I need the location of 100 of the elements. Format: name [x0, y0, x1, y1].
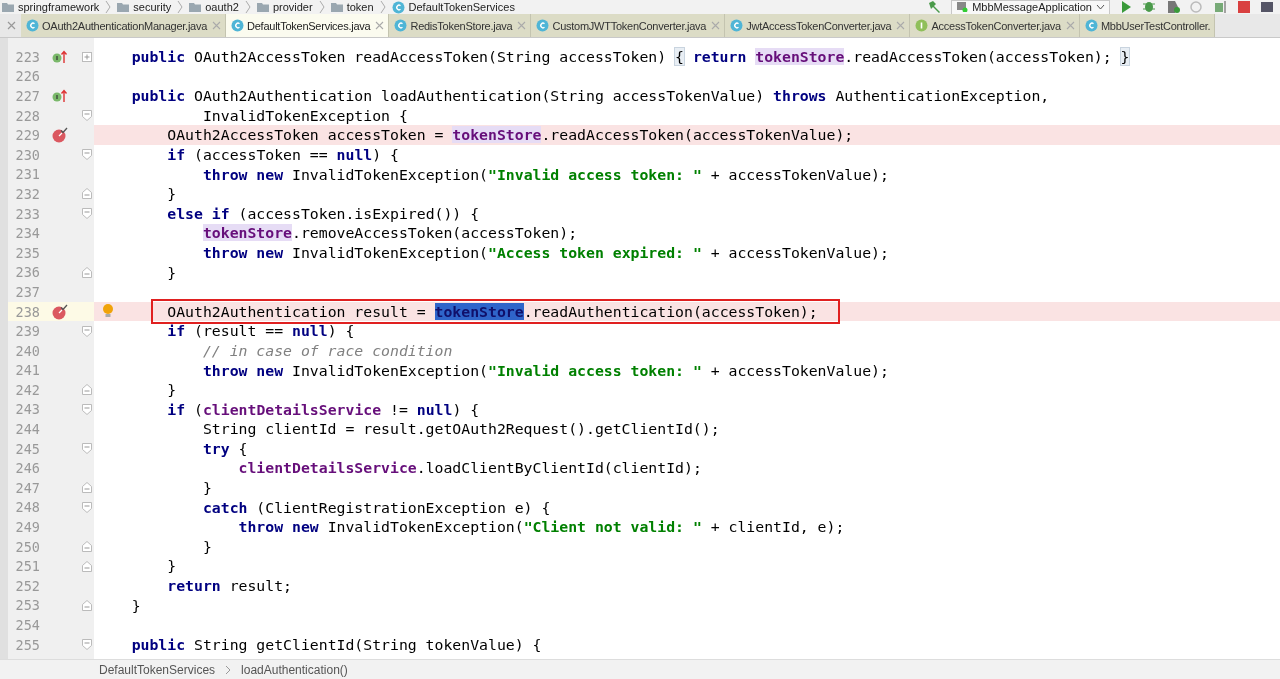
breadcrumb-item[interactable]: DefaultTokenServices: [99, 663, 216, 677]
editor-tab[interactable]: DefaultTokenServices.java: [226, 14, 390, 37]
line-number: 244: [14, 421, 40, 438]
code-line: clientDetailsService.loadClientByClientId(clientId);: [237, 458, 702, 479]
breakpoint-icon[interactable]: [52, 127, 68, 144]
line-number: 249: [14, 519, 40, 536]
close-icon[interactable]: [711, 21, 721, 30]
stop-icon[interactable]: [1238, 1, 1250, 13]
class-icon: [730, 19, 744, 32]
editor-tab[interactable]: MbbUserTestController.: [1079, 14, 1216, 37]
folder-icon: [330, 2, 343, 12]
editor-tab[interactable]: RedisTokenStore.java: [389, 14, 532, 37]
window-icon[interactable]: [1260, 1, 1274, 13]
breadcrumb-item[interactable]: oauth2: [189, 0, 239, 14]
fold-icon[interactable]: [82, 208, 92, 220]
class-icon: [536, 19, 550, 32]
class-icon: [391, 0, 405, 14]
chevron-icon: [244, 1, 251, 13]
breadcrumb-item[interactable]: DefaultTokenServices: [391, 0, 515, 14]
code-line: }: [166, 380, 177, 400]
close-icon[interactable]: [1065, 21, 1075, 30]
line-number: 236: [14, 264, 40, 281]
code-line: try {: [201, 438, 248, 459]
fold-icon[interactable]: [82, 639, 92, 651]
breadcrumb-item[interactable]: springframework: [2, 0, 100, 14]
line-number: 245: [14, 440, 40, 457]
build-icon[interactable]: [1214, 1, 1228, 13]
code-line: public OAuth2Authentication loadAuthentication(String accessTokenValue) throws AuthenticationException,: [130, 86, 1050, 106]
code-line: OAuth2Authentication result = tokenStore.readAuthentication(accessToken);: [166, 301, 818, 322]
line-number: 231: [14, 166, 40, 183]
close-icon[interactable]: [212, 21, 222, 30]
editor-tab[interactable]: JwtAccessTokenConverter.java: [725, 14, 911, 37]
line-number: 238: [14, 303, 40, 320]
line-number: 234: [14, 225, 40, 242]
code-line: public OAuth2AccessToken readAccessToken(String accessToken) { return tokenStore.readAccessToken(accessToken); }: [130, 47, 1130, 67]
editor-tab[interactable]: CustomJWTTokenConverter.java: [531, 14, 726, 37]
class-icon: [1084, 19, 1098, 32]
line-number: 235: [14, 244, 40, 261]
hammer-icon[interactable]: [927, 1, 942, 13]
class-icon: [26, 19, 39, 32]
override-icon[interactable]: [52, 89, 68, 103]
line-number: 242: [14, 381, 40, 398]
breadcrumb-item[interactable]: provider: [256, 0, 313, 14]
breadcrumb-item[interactable]: token: [330, 0, 374, 14]
line-number: 226: [14, 68, 40, 85]
line-number: 250: [14, 538, 40, 555]
line-number: 241: [14, 362, 40, 379]
folder-icon: [117, 2, 130, 12]
folder-icon: [189, 2, 202, 12]
override-icon[interactable]: [52, 49, 68, 64]
line-number: 223: [14, 48, 40, 65]
line-number: 252: [14, 577, 40, 594]
breadcrumb-item[interactable]: security: [117, 0, 172, 14]
fold-icon[interactable]: [82, 599, 92, 611]
profile-icon[interactable]: [1190, 1, 1204, 13]
app-icon: [956, 2, 969, 12]
code-line: String clientId = result.getOAuth2Request().getClientId();: [201, 419, 720, 439]
breadcrumb-item[interactable]: loadAuthentication(): [241, 663, 348, 677]
line-number: 232: [14, 185, 40, 202]
debug-icon[interactable]: [1142, 1, 1156, 13]
editor-tab[interactable]: OAuth2AuthenticationManager.java: [21, 14, 227, 37]
line-number: 253: [14, 597, 40, 614]
run-configuration-dropdown[interactable]: MbbMessageApplication: [951, 0, 1110, 14]
fold-icon[interactable]: [82, 266, 92, 278]
line-number: 233: [14, 205, 40, 222]
chevron-icon: [177, 1, 184, 13]
code-line: InvalidTokenException {: [201, 105, 408, 126]
fold-icon[interactable]: [82, 541, 92, 553]
fold-icon[interactable]: [82, 501, 92, 513]
lightbulb-icon[interactable]: [102, 303, 114, 318]
close-icon[interactable]: [7, 21, 16, 30]
line-number: 239: [14, 323, 40, 340]
code-line: OAuth2AccessToken accessToken = tokenStore.readAccessToken(accessTokenValue);: [166, 125, 854, 145]
close-icon[interactable]: [375, 21, 385, 30]
coverage-icon[interactable]: [1166, 1, 1180, 13]
close-icon[interactable]: [896, 21, 906, 30]
breakpoint-icon[interactable]: [52, 303, 68, 320]
close-icon[interactable]: [517, 21, 527, 30]
fold-icon[interactable]: [82, 110, 92, 122]
chevron-icon: [105, 1, 112, 13]
interface-icon: [915, 19, 929, 32]
fold-icon[interactable]: [82, 384, 92, 396]
fold-icon[interactable]: [82, 188, 92, 200]
editor-tab[interactable]: AccessTokenConverter.java: [910, 14, 1080, 37]
code-line: return result;: [166, 576, 292, 596]
fold-icon[interactable]: [82, 404, 92, 415]
class-icon: [394, 19, 408, 32]
line-number: 255: [14, 636, 40, 653]
fold-icon[interactable]: [82, 51, 92, 62]
chevron-icon: [225, 665, 232, 675]
line-number: 229: [14, 127, 40, 144]
fold-icon[interactable]: [82, 443, 92, 455]
line-number: 251: [14, 558, 40, 575]
code-line: throw new InvalidTokenException("Invalid access token: " + accessTokenValue);: [201, 164, 889, 185]
fold-icon[interactable]: [82, 560, 92, 572]
line-number: 227: [14, 88, 40, 104]
fold-icon[interactable]: [82, 325, 92, 337]
code-line: if (accessToken == null) {: [166, 144, 399, 165]
fold-icon[interactable]: [82, 149, 92, 161]
fold-icon[interactable]: [82, 482, 92, 494]
